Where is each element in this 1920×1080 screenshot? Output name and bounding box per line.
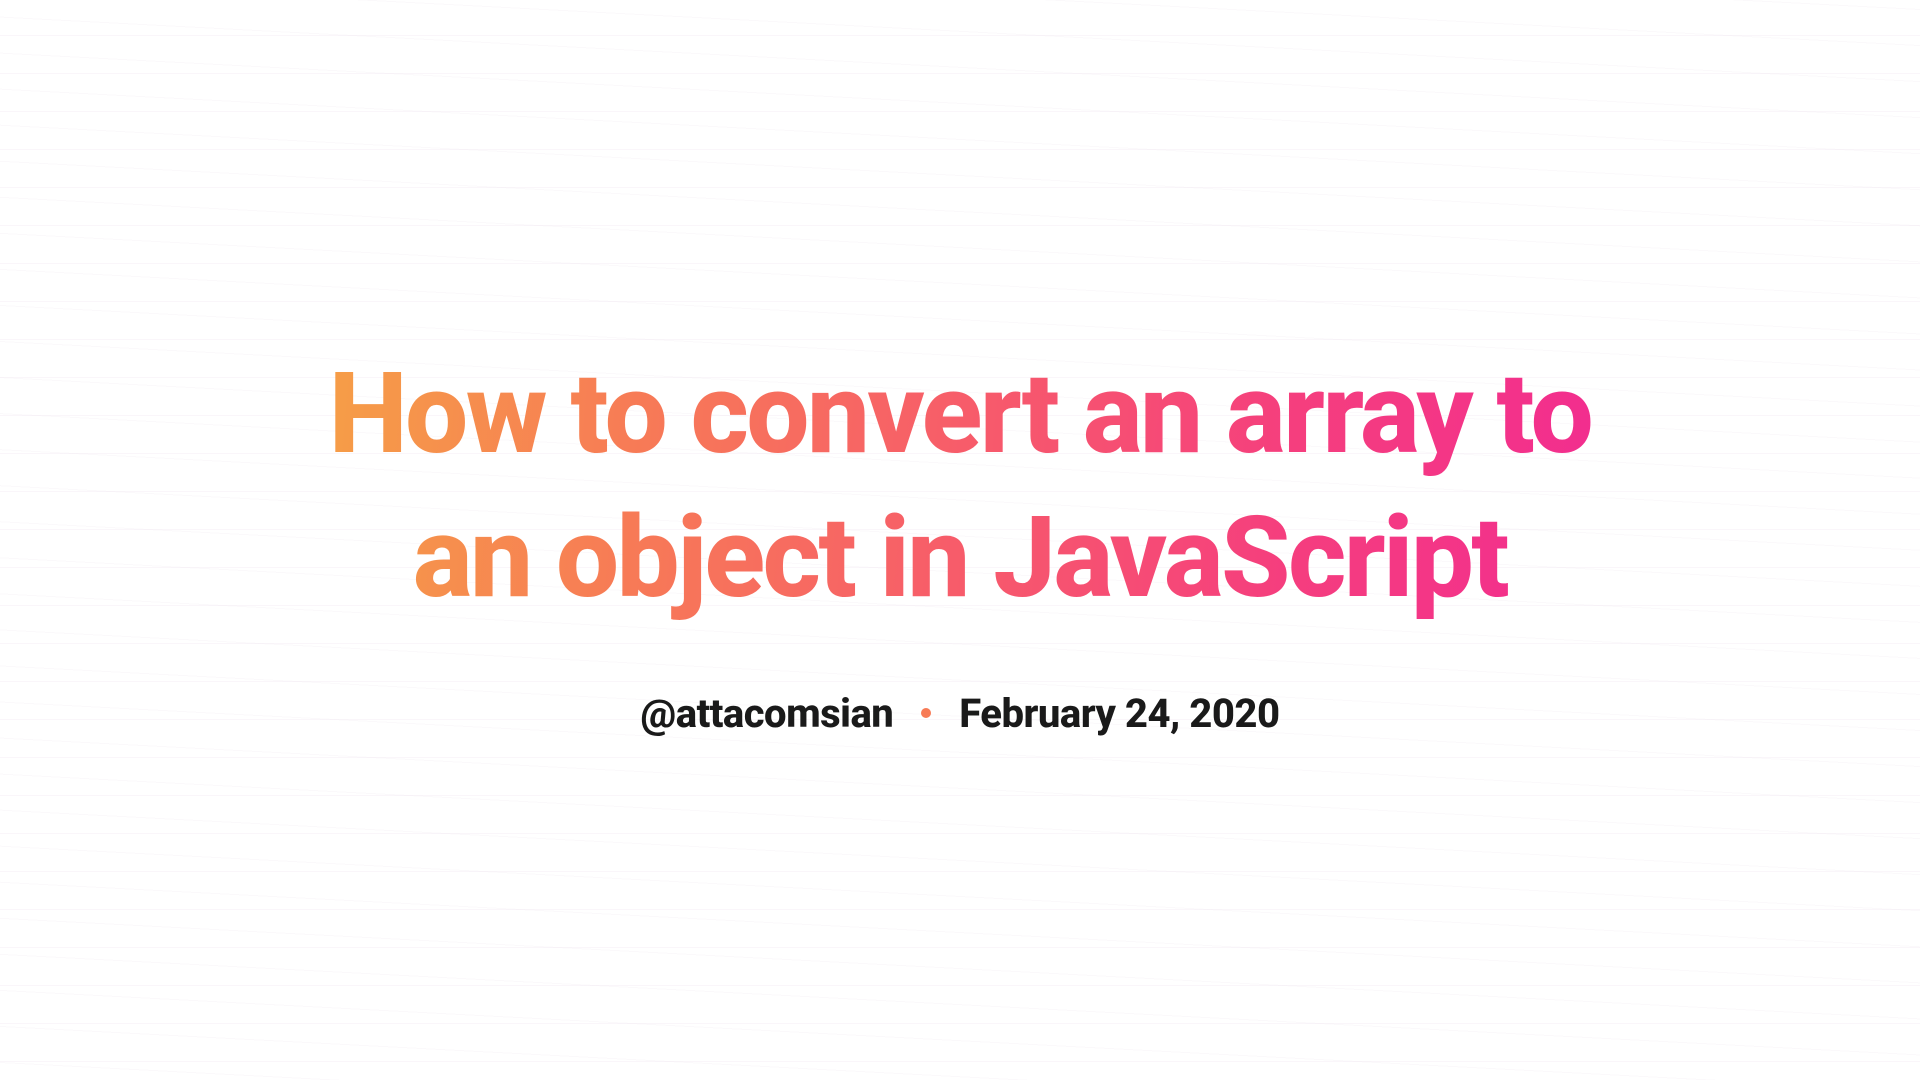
content-card: How to convert an array to an object in … xyxy=(270,343,1650,737)
article-title: How to convert an array to an object in … xyxy=(310,343,1610,630)
author-handle: @attacomsian xyxy=(640,690,893,737)
publish-date: February 24, 2020 xyxy=(959,690,1279,737)
article-meta: @attacomsian February 24, 2020 xyxy=(310,690,1610,737)
separator-dot-icon xyxy=(921,708,931,718)
